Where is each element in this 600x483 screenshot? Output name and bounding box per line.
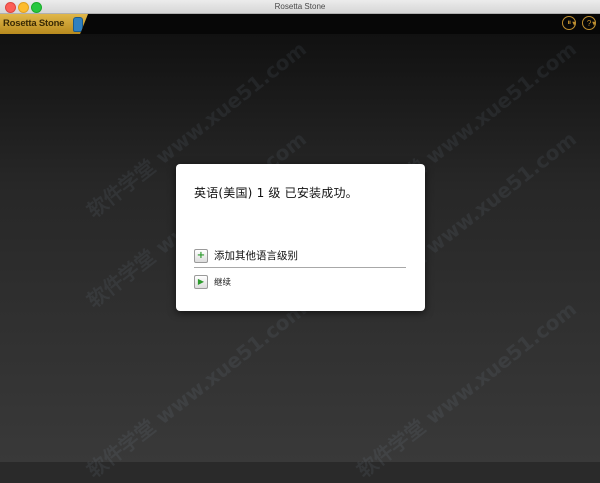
play-icon: ▶	[194, 275, 208, 289]
continue-label: 继续	[214, 278, 232, 288]
divider	[194, 267, 406, 268]
window-titlebar: Rosetta Stone	[0, 0, 600, 14]
continue-button[interactable]: ▶ 继续	[194, 275, 231, 289]
watermark: 软件学堂 www.xue51.com	[352, 296, 581, 483]
options-menu[interactable]: ⏸ ▼	[562, 16, 577, 30]
watermark: 软件学堂 www.xue51.com	[82, 296, 311, 483]
install-success-dialog: 英语(美国) 1 级 已安装成功。 + 添加其他语言级别 ▶ 继续	[176, 164, 425, 311]
app-header: Rosetta Stone ⏸ ▼ ? ▼	[0, 14, 600, 34]
window-title: Rosetta Stone	[274, 2, 326, 11]
chevron-down-icon: ▼	[592, 21, 596, 27]
plus-icon: +	[194, 248, 208, 263]
rosetta-stone-logo: Rosetta Stone	[0, 14, 88, 34]
add-language-level-button[interactable]: + 添加其他语言级别	[194, 248, 298, 263]
success-message: 英语(美国) 1 级 已安装成功。	[194, 186, 358, 200]
logo-text: Rosetta Stone	[3, 18, 65, 29]
header-icons: ⏸ ▼ ? ▼	[562, 16, 597, 30]
logo-stone-icon	[73, 17, 83, 32]
help-menu[interactable]: ? ▼	[582, 16, 597, 30]
add-language-level-label: 添加其他语言级别	[214, 250, 298, 262]
chevron-down-icon: ▼	[572, 21, 577, 27]
